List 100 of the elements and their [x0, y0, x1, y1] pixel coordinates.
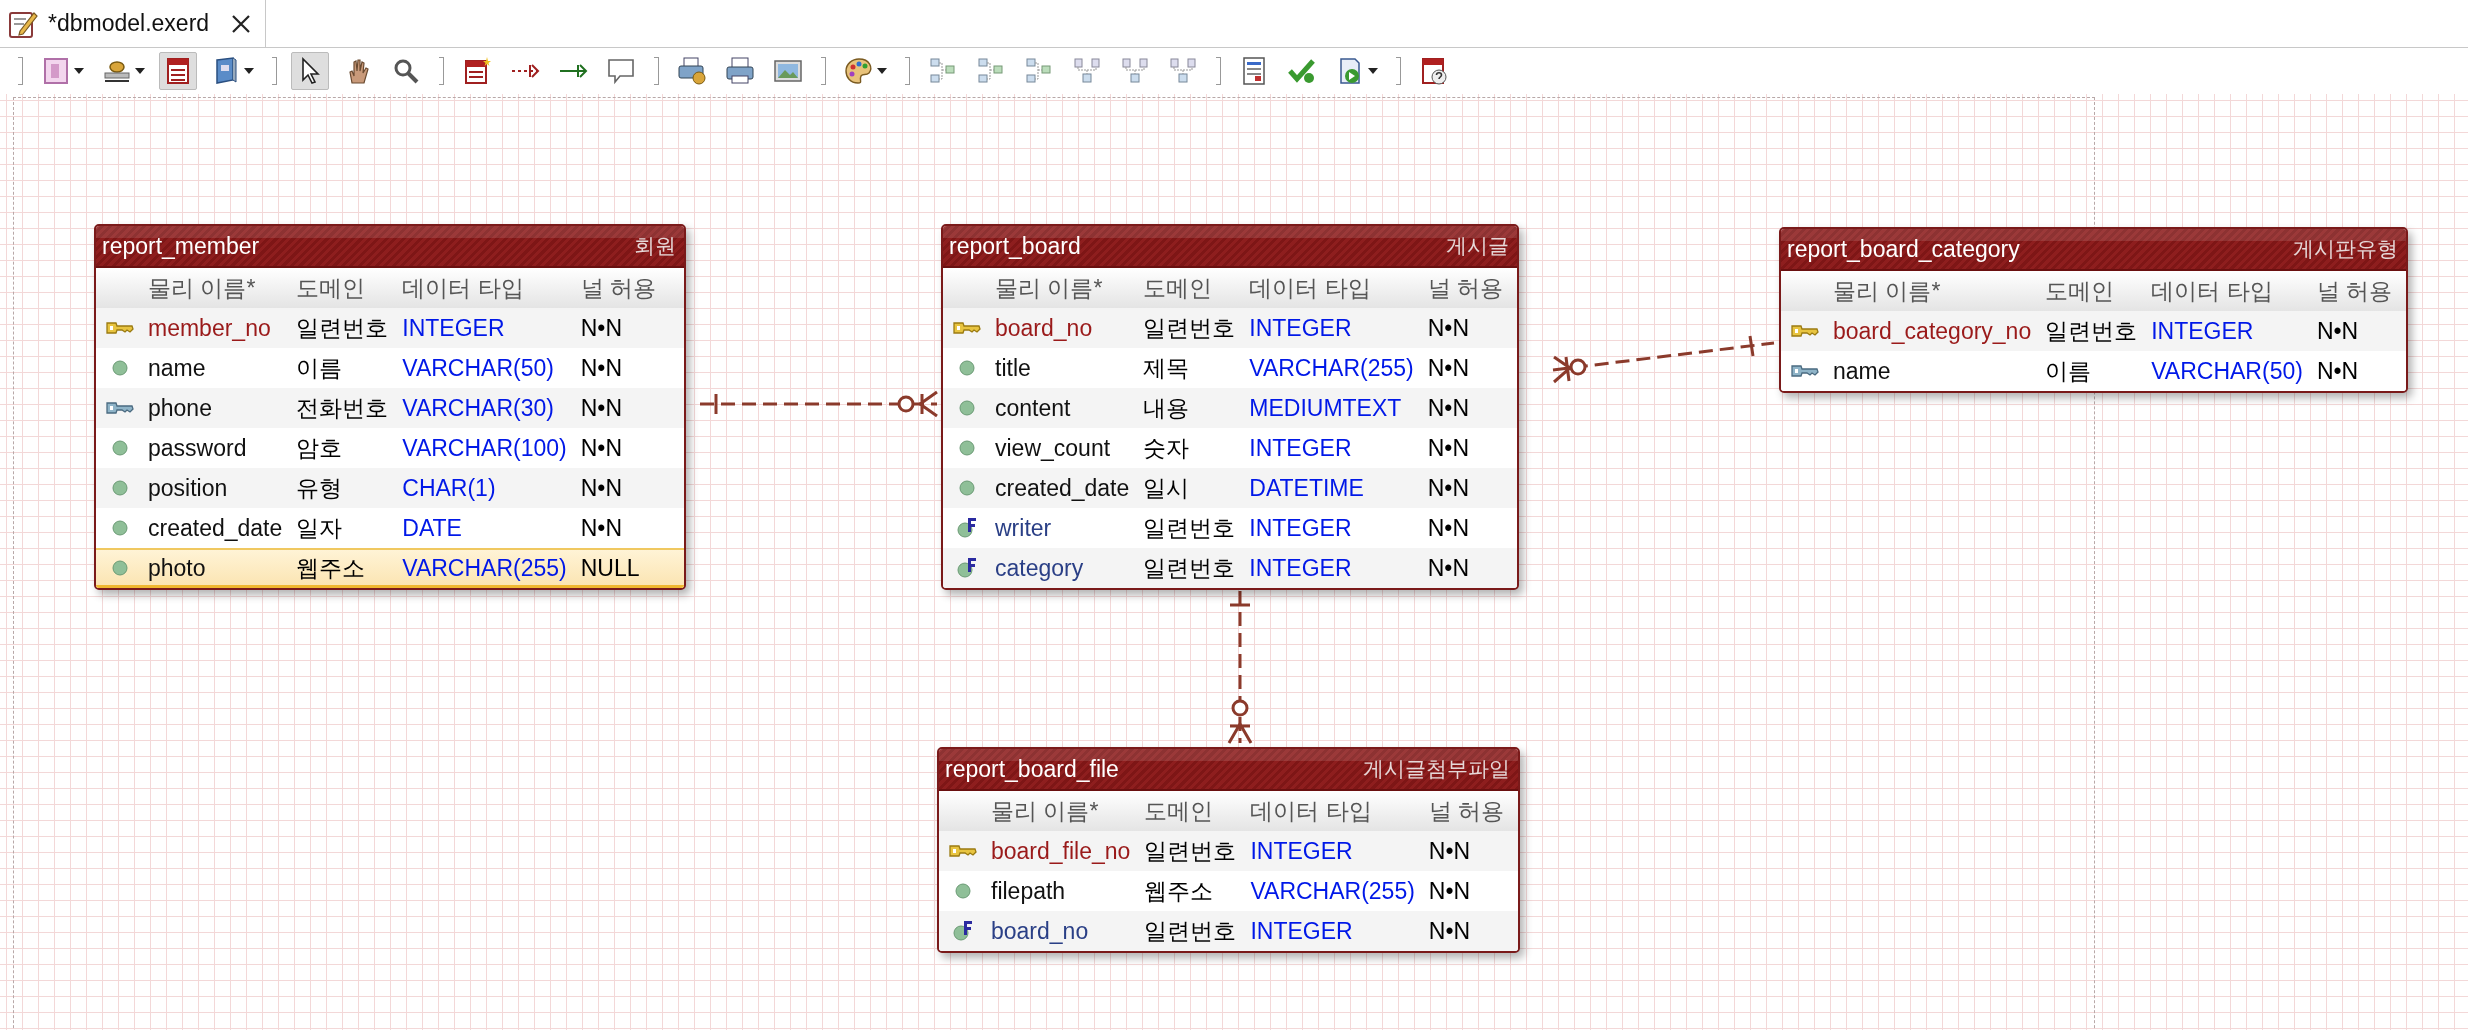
entity-table[interactable] [94, 224, 686, 590]
column-row[interactable]: board_category_no 일련번호 INTEGER N•N [1781, 311, 2407, 351]
data-type: VARCHAR(255) [402, 554, 567, 582]
data-type: VARCHAR(50) [2151, 357, 2303, 385]
entity-table[interactable] [941, 224, 1520, 590]
dropdown-caret-icon [877, 68, 887, 74]
column-name: category [995, 554, 1085, 582]
column-row[interactable]: writer 일련번호 INTEGER N•N [943, 508, 1518, 548]
column-row[interactable]: board_file_no 일련번호 INTEGER N•N [939, 831, 1519, 871]
column-name: board_no [991, 917, 1090, 945]
null-option: N•N [1427, 514, 1504, 542]
domain-name: 웹주소 [1144, 876, 1215, 906]
layout-icon [928, 56, 958, 86]
entity-table[interactable]: report_board_file 게시글첨부파일 물리 이름* 도메인 데이터 타입 널 허용 board_file_no 일련번호 INTEGER N•N filepath 웹주소 VARCHAR(255) N•N board_no 일련번호 INTEGER N•N [937, 747, 1521, 953]
column-row[interactable]: position 유형 CHAR(1) N•N [96, 468, 684, 508]
column-header: 널 허용 [1427, 273, 1504, 303]
column-row[interactable]: view_count 숫자 INTEGER N•N [943, 428, 1518, 468]
key-icon [949, 844, 977, 858]
data-type: INTEGER [1249, 554, 1353, 582]
toolbar-button[interactable] [291, 52, 329, 90]
column-row[interactable]: phone 전화번호 VARCHAR(30) N•N [96, 388, 684, 428]
column-row[interactable]: photo 웹주소 VARCHAR(255) NULL [96, 548, 684, 588]
logical-name: 게시판유형 [2293, 236, 2399, 262]
column-row[interactable]: filepath 웹주소 VARCHAR(255) N•N [939, 871, 1519, 911]
domain-name: 일련번호 [1144, 916, 1237, 946]
column-row[interactable]: category 일련번호 INTEGER N•N [943, 548, 1518, 588]
domain-name: 일련번호 [1144, 836, 1237, 866]
domain-name: 이름 [296, 353, 344, 383]
domain-name: 일련번호 [1143, 553, 1236, 583]
column-row[interactable]: created_date 일시 DATETIME N•N [943, 468, 1518, 508]
table-name: report_board_file [945, 755, 1119, 783]
toolbar-button[interactable] [159, 52, 197, 90]
column-row[interactable]: content 내용 MEDIUMTEXT N•N [943, 388, 1518, 428]
relationship-line[interactable] [1552, 335, 1775, 384]
null-option: N•N [1427, 474, 1504, 502]
column-header: 널 허용 [1428, 796, 1505, 826]
relationship-line[interactable] [1227, 591, 1253, 745]
column-header: 데이터 타입 [1250, 796, 1373, 826]
domain-name: 일련번호 [1143, 513, 1236, 543]
layout-icon [1120, 56, 1150, 86]
column-dot-icon [955, 883, 971, 899]
printer-icon [725, 56, 755, 86]
foreign-key-icon [956, 516, 978, 540]
data-type: CHAR(1) [402, 474, 497, 502]
layout-icon [1024, 56, 1054, 86]
null-option: N•N [1427, 554, 1504, 582]
column-name: title [995, 354, 1032, 382]
column-row[interactable]: title 제목 VARCHAR(255) N•N [943, 348, 1518, 388]
column-name: name [148, 354, 207, 382]
key-icon [1791, 364, 1819, 378]
column-row[interactable]: name 이름 VARCHAR(50) N•N [96, 348, 684, 388]
domain-name: 숫자 [1143, 433, 1191, 463]
column-header: 도메인 [2045, 276, 2116, 306]
data-type: INTEGER [1249, 314, 1353, 342]
column-header: 널 허용 [2316, 276, 2393, 306]
data-type: VARCHAR(255) [1250, 877, 1415, 905]
column-row[interactable]: name 이름 VARCHAR(50) N•N [1781, 351, 2407, 391]
column-row[interactable]: board_no 일련번호 INTEGER N•N [939, 911, 1519, 951]
column-row[interactable]: board_no 일련번호 INTEGER N•N [943, 308, 1518, 348]
null-option: N•N [580, 514, 670, 542]
domain-name: 이름 [2045, 356, 2093, 386]
column-row[interactable]: password 암호 VARCHAR(100) N•N [96, 428, 684, 468]
key-icon [953, 321, 981, 335]
column-name: content [995, 394, 1072, 422]
column-row[interactable]: created_date 일자 DATE N•N [96, 508, 684, 548]
column-row[interactable]: member_no 일련번호 INTEGER N•N [96, 308, 684, 348]
speech-bubble-icon [606, 56, 636, 86]
column-name: member_no [148, 314, 272, 342]
data-type: VARCHAR(100) [402, 434, 567, 462]
page-icon [41, 56, 71, 86]
null-option: N•N [580, 354, 670, 382]
domain-name: 전화번호 [296, 393, 389, 423]
domain-name: 일자 [296, 513, 344, 543]
column-header: 널 허용 [580, 273, 658, 303]
entity-table[interactable]: report_board_category 게시판유형 물리 이름* 도메인 데이터 타입 널 허용 board_category_no 일련번호 INTEGER N•N name 이름 VARCHAR(50) N•N [1779, 227, 2409, 393]
column-header: 물리 이름* [995, 273, 1104, 303]
layout-icon [976, 56, 1006, 86]
table-name: report_board [949, 232, 1081, 260]
palette-icon [844, 56, 874, 86]
null-option: N•N [1427, 354, 1504, 382]
data-type: INTEGER [1250, 917, 1354, 945]
column-name: writer [995, 514, 1053, 542]
null-option: NULL [580, 554, 670, 582]
dropdown-caret-icon [74, 68, 84, 74]
domain-name: 일련번호 [296, 313, 389, 343]
null-option: N•N [1427, 394, 1504, 422]
column-dot-icon [112, 520, 128, 536]
column-dot-icon [959, 480, 975, 496]
column-name: board_category_no [1833, 317, 2032, 345]
foreign-key-icon [956, 556, 978, 580]
column-dot-icon [959, 360, 975, 376]
data-type: DATE [402, 514, 463, 542]
column-name: filepath [991, 877, 1067, 905]
column-name: created_date [148, 514, 283, 542]
column-name: created_date [995, 474, 1130, 502]
data-type: INTEGER [1249, 514, 1353, 542]
null-option: N•N [1427, 434, 1504, 462]
column-header: 도메인 [296, 273, 367, 303]
domain-name: 일련번호 [2045, 316, 2138, 346]
relationship-line[interactable] [700, 390, 939, 418]
